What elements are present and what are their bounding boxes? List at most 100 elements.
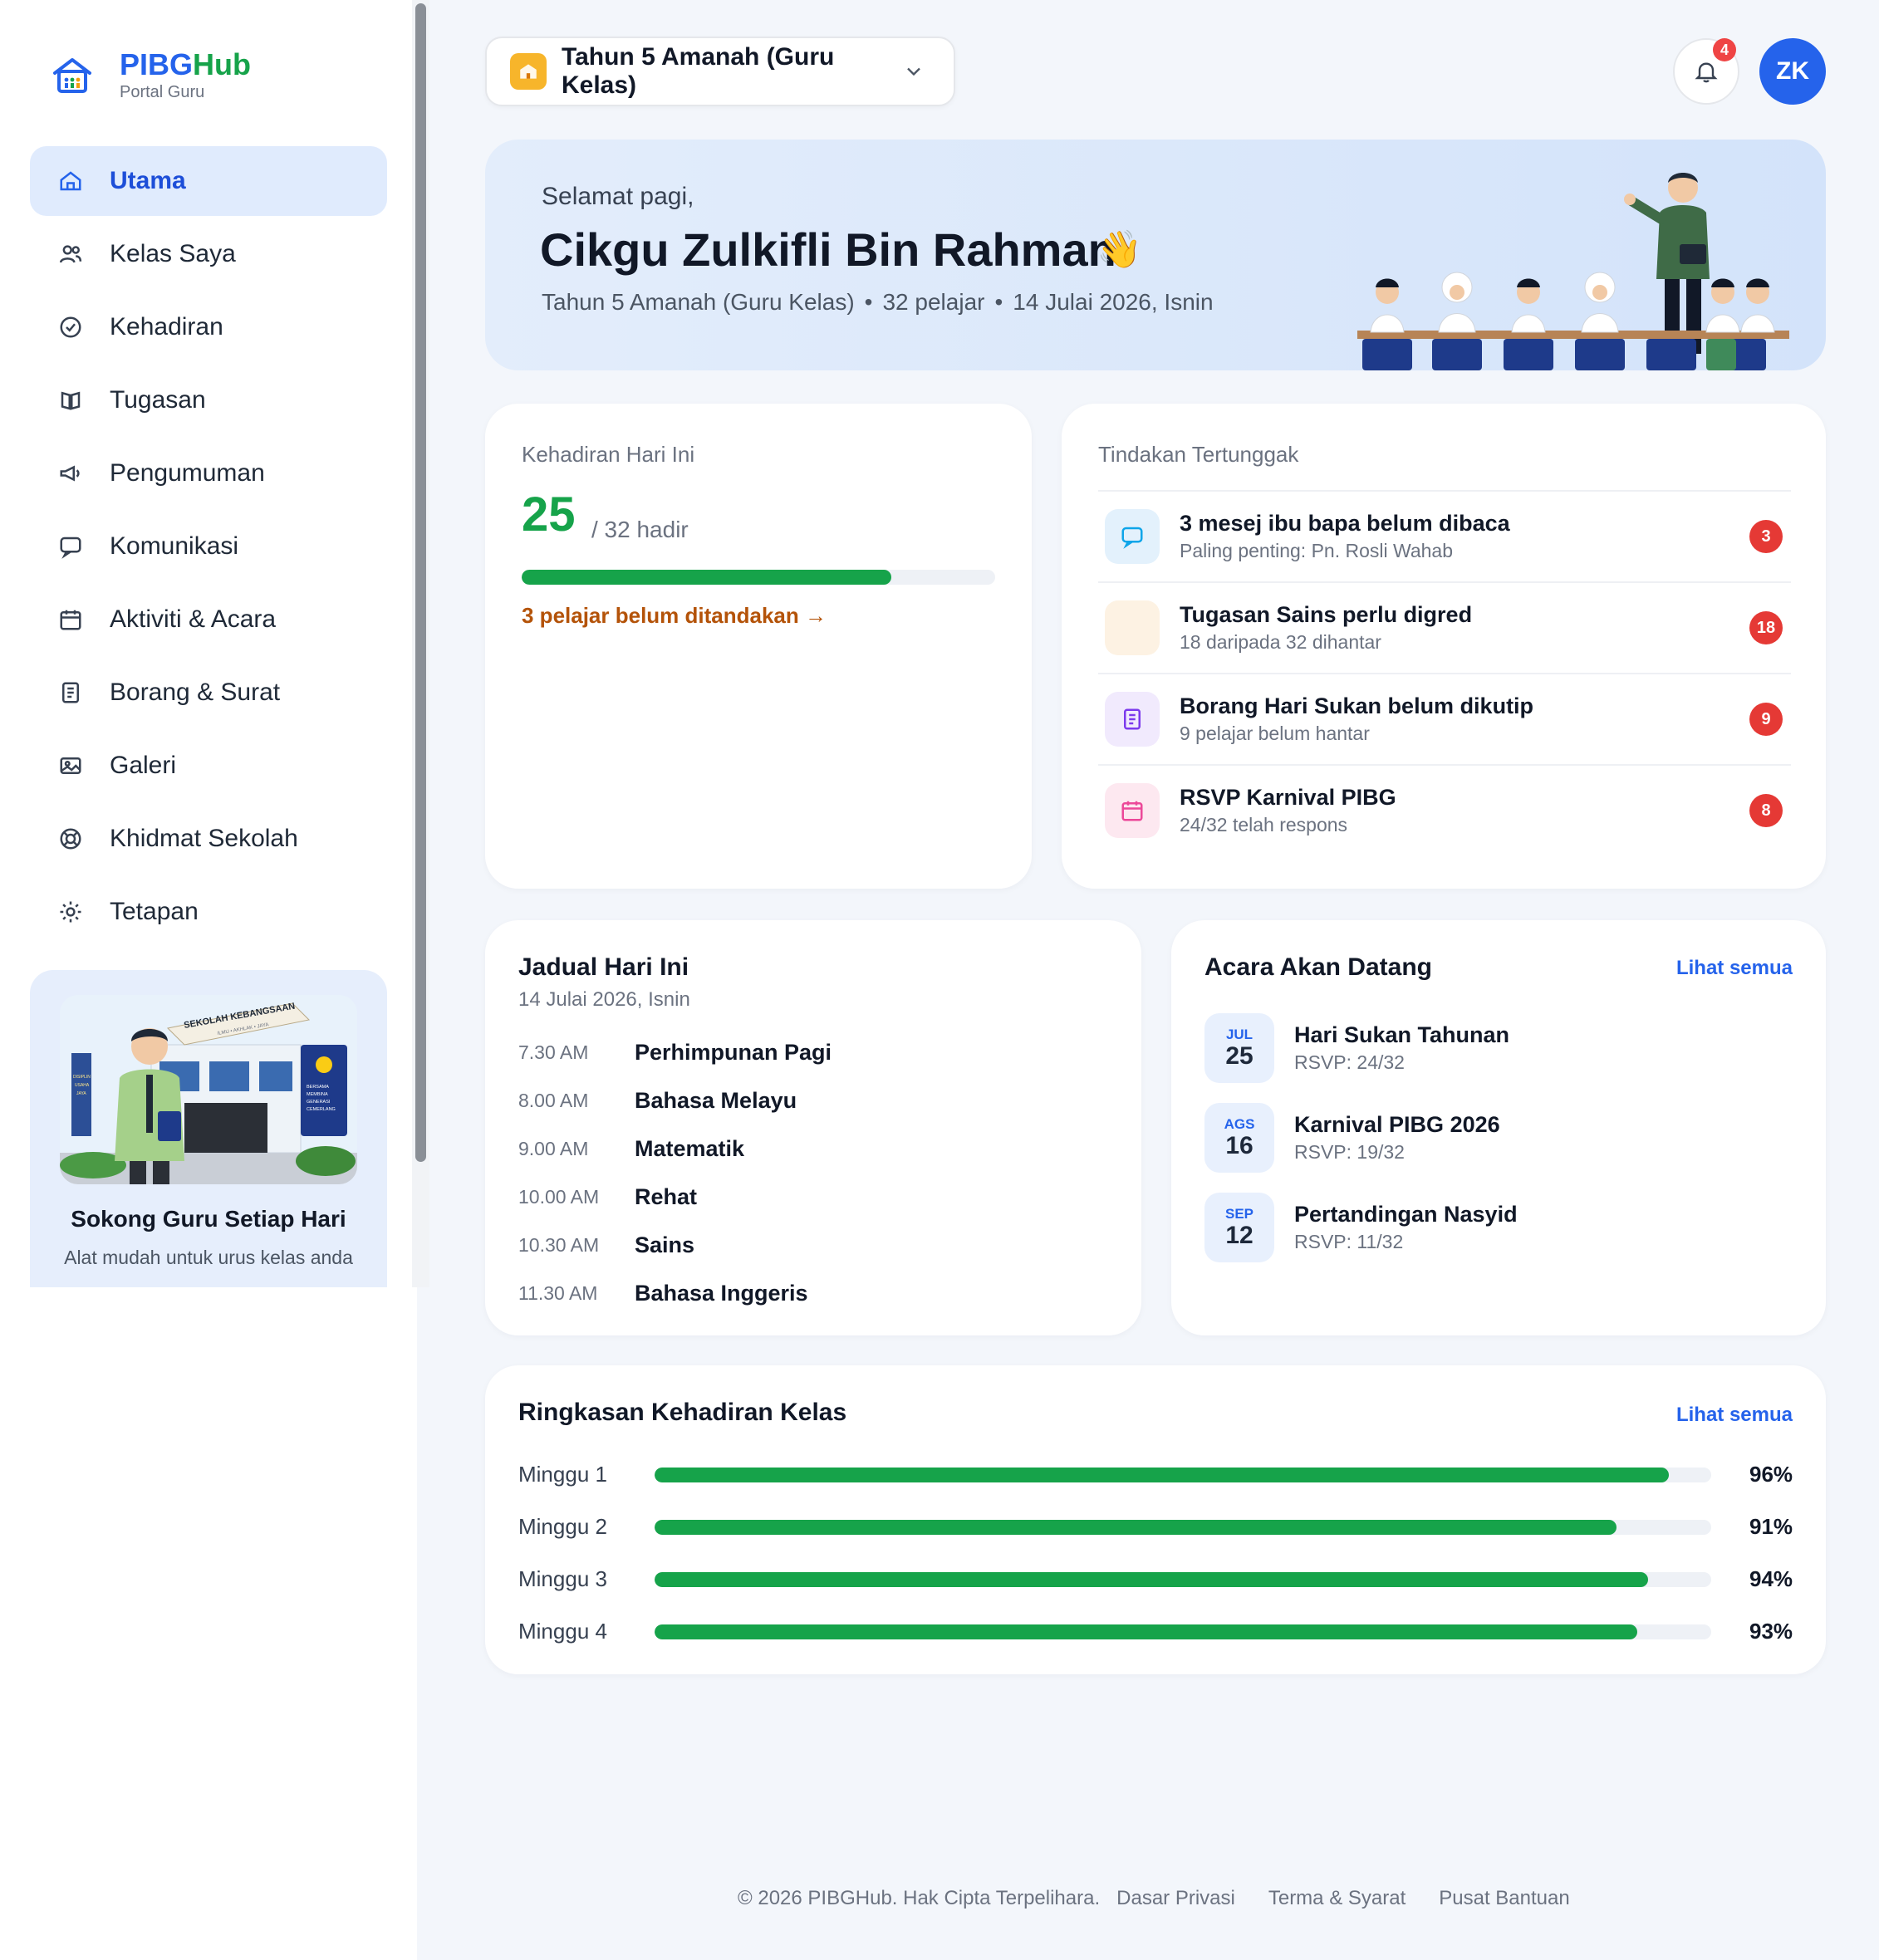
footer-privacy-link[interactable]: Dasar Privasi: [1116, 1887, 1235, 1910]
sidebar-item-label: Khidmat Sekolah: [110, 825, 298, 852]
pending-count-badge: 8: [1749, 794, 1783, 827]
schedule-row: 7.30 AM Perhimpunan Pagi: [518, 1028, 1100, 1076]
today-schedule-card: Jadual Hari Ini 14 Julai 2026, Isnin 7.3…: [485, 920, 1141, 1335]
schedule-time: 10.30 AM: [518, 1233, 600, 1256]
sidebar-item-komunikasi[interactable]: Komunikasi: [30, 512, 387, 581]
attendance-today-card: Kehadiran Hari Ini 25 / 32 hadir 3 pelaj…: [485, 404, 1032, 889]
sidebar: PIBGHub Portal Guru Utama Kelas Saya Keh…: [0, 0, 429, 1287]
attendance-progress-bar: [522, 570, 995, 585]
event-date-badge: JUL 25: [1204, 1013, 1274, 1083]
calendar-icon: [1105, 783, 1160, 838]
image-icon: [56, 752, 85, 780]
attendance-total: / 32 hadir: [591, 517, 689, 542]
svg-text:MEMBINA: MEMBINA: [307, 1092, 328, 1097]
summary-bar-fill: [655, 1519, 1617, 1535]
svg-text:BERSAMA: BERSAMA: [307, 1085, 329, 1090]
event-item[interactable]: JUL 25 Hari Sukan Tahunan RSVP: 24/32: [1204, 1003, 1786, 1093]
schedule-subject: Matematik: [635, 1135, 745, 1161]
summary-bar-track: [655, 1571, 1711, 1587]
sidebar-item-tugasan[interactable]: Tugasan: [30, 365, 387, 435]
event-title: Pertandingan Nasyid: [1294, 1202, 1518, 1227]
promo-subtitle: Alat mudah untuk urus kelas anda: [64, 1247, 353, 1268]
event-title: Karnival PIBG 2026: [1294, 1112, 1500, 1137]
event-item[interactable]: AGS 16 Karnival PIBG 2026 RSVP: 19/32: [1204, 1093, 1786, 1183]
promo-card: SEKOLAH KEBANGSAAN ILMU • AKHLAK • JAYA …: [30, 970, 387, 1287]
pending-subtitle: 24/32 telah respons: [1180, 814, 1348, 835]
pending-item[interactable]: Borang Hari Sukan belum dikutip 9 pelajar…: [1098, 673, 1791, 764]
schedule-subject: Bahasa Inggeris: [635, 1280, 808, 1306]
svg-text:DISIPLIN: DISIPLIN: [73, 1075, 91, 1080]
summary-bar-track: [655, 1624, 1711, 1639]
sidebar-item-borang-surat[interactable]: Borang & Surat: [30, 658, 387, 728]
summary-see-all-link[interactable]: Lihat semua: [1676, 1404, 1793, 1427]
schedule-time: 10.00 AM: [518, 1185, 600, 1208]
pending-item[interactable]: RSVP Karnival PIBG 24/32 telah respons 8: [1098, 764, 1791, 855]
sidebar-scrollbar-thumb[interactable]: [415, 3, 426, 1162]
event-list: JUL 25 Hari Sukan Tahunan RSVP: 24/32 AGS 1…: [1204, 1003, 1786, 1272]
sidebar-item-tetapan[interactable]: Tetapan: [30, 877, 387, 947]
sidebar-item-utama[interactable]: Utama: [30, 146, 387, 216]
unmarked-students-link[interactable]: 3 pelajar belum ditandakan →: [522, 603, 827, 629]
event-item[interactable]: SEP 12 Pertandingan Nasyid RSVP: 11/32: [1204, 1183, 1786, 1272]
class-selector[interactable]: Tahun 5 Amanah (Guru Kelas): [485, 37, 955, 106]
sidebar-item-aktiviti-acara[interactable]: Aktiviti & Acara: [30, 585, 387, 654]
sidebar-item-label: Kelas Saya: [110, 240, 236, 267]
pending-item[interactable]: Tugasan Sains perlu digred 18 daripada 32…: [1098, 581, 1791, 673]
sidebar-item-label: Galeri: [110, 752, 177, 779]
event-title: Hari Sukan Tahunan: [1294, 1022, 1510, 1047]
sidebar-item-khidmat-sekolah[interactable]: Khidmat Sekolah: [30, 804, 387, 874]
schedule-time: 7.30 AM: [518, 1041, 589, 1063]
lifebuoy-icon: [56, 825, 85, 853]
schedule-subject: Bahasa Melayu: [635, 1087, 797, 1113]
footer-help-link[interactable]: Pusat Bantuan: [1439, 1887, 1569, 1910]
school-icon: [510, 53, 547, 90]
megaphone-icon: [56, 459, 85, 488]
footer-copyright: © 2026 PIBGHub. Hak Cipta Terpelihara.: [738, 1887, 1101, 1909]
school-logo-icon: [53, 58, 91, 93]
pending-item[interactable]: 3 mesej ibu bapa belum dibaca Paling pent…: [1098, 490, 1791, 581]
brand[interactable]: PIBGHub Portal Guru: [50, 48, 251, 103]
schedule-time: 11.30 AM: [518, 1281, 598, 1304]
events-title: Acara Akan Datang: [1204, 953, 1432, 981]
document-icon: [1105, 692, 1160, 747]
svg-text:JAYA: JAYA: [76, 1091, 86, 1096]
hero-date: 14 Julai 2026, Isnin: [1013, 289, 1214, 315]
attendance-summary-card: Ringkasan Kehadiran Kelas Lihat semua Mi…: [485, 1365, 1826, 1674]
summary-percent: 94%: [1749, 1566, 1793, 1591]
notification-count-badge: 4: [1713, 38, 1736, 61]
schedule-subject: Sains: [635, 1232, 695, 1257]
attendance-progress-fill: [522, 570, 891, 585]
summary-title: Ringkasan Kehadiran Kelas: [518, 1399, 847, 1426]
sidebar-extension: [0, 1287, 417, 1960]
sidebar-item-kelas-saya[interactable]: Kelas Saya: [30, 219, 387, 289]
summary-row: Minggu 3 94%: [518, 1553, 1793, 1605]
pending-title: Tugasan Sains perlu digred: [1180, 602, 1473, 627]
pending-list: 3 mesej ibu bapa belum dibaca Paling pent…: [1098, 490, 1791, 855]
home-icon: [56, 167, 85, 195]
hero-class: Tahun 5 Amanah (Guru Kelas): [542, 289, 855, 315]
bell-icon: [1695, 62, 1718, 83]
sidebar-item-label: Pengumuman: [110, 459, 265, 487]
user-avatar[interactable]: ZK: [1759, 38, 1826, 105]
sidebar-item-label: Aktiviti & Acara: [110, 605, 277, 633]
footer-terms-link[interactable]: Terma & Syarat: [1268, 1887, 1406, 1910]
attendance-label: Kehadiran Hari Ini: [522, 442, 695, 467]
pending-count-badge: 9: [1749, 703, 1783, 736]
svg-text:CEMERLANG: CEMERLANG: [307, 1107, 336, 1112]
schedule-row: 10.00 AM Rehat: [518, 1173, 1100, 1221]
hero-info: Tahun 5 Amanah (Guru Kelas) • 32 pelajar • 1…: [542, 289, 1214, 315]
pending-subtitle: 9 pelajar belum hantar: [1180, 723, 1370, 744]
upcoming-events-card: Acara Akan Datang Lihat semua JUL 25 Hari…: [1171, 920, 1826, 1335]
summary-percent: 93%: [1749, 1619, 1793, 1644]
events-see-all-link[interactable]: Lihat semua: [1676, 957, 1793, 980]
event-month: JUL: [1225, 1027, 1253, 1042]
sidebar-item-kehadiran[interactable]: Kehadiran: [30, 292, 387, 362]
chevron-down-icon: [907, 67, 920, 76]
sidebar-item-galeri[interactable]: Galeri: [30, 731, 387, 801]
summary-bar-fill: [655, 1467, 1670, 1482]
sidebar-item-label: Tetapan: [110, 898, 199, 925]
teacher-name: Cikgu Zulkifli Bin Rahman: [540, 223, 1116, 276]
sidebar-item-pengumuman[interactable]: Pengumuman: [30, 439, 387, 508]
pending-subtitle: 18 daripada 32 dihantar: [1180, 631, 1381, 653]
summary-bar-fill: [655, 1571, 1648, 1587]
